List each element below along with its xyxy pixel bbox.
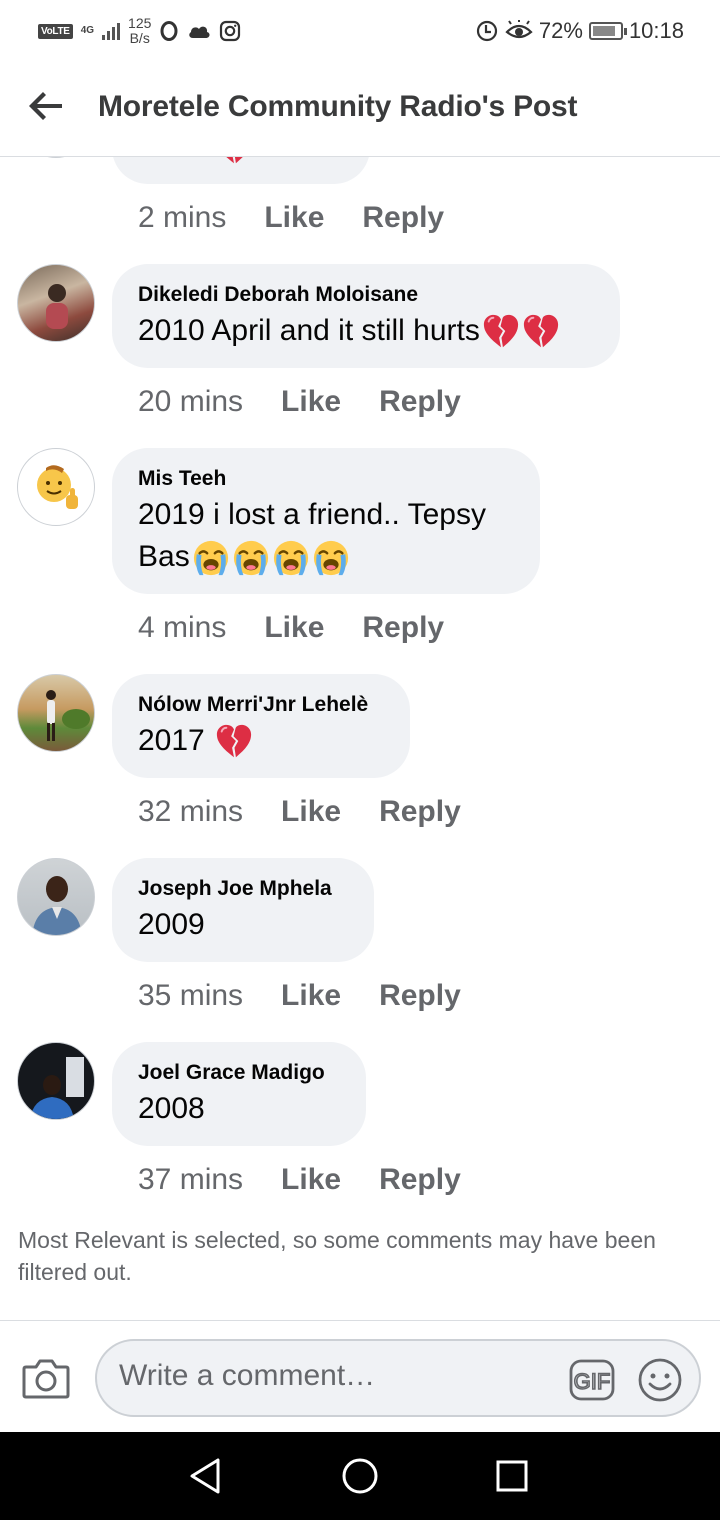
filter-notice: Most Relevant is selected, so some comme… xyxy=(18,1227,656,1285)
system-nav-bar xyxy=(0,1432,720,1520)
reply-button[interactable]: Reply xyxy=(379,795,461,829)
smiley-icon xyxy=(638,1358,682,1402)
comment-author[interactable]: Joseph Joe Mphela xyxy=(138,876,348,902)
crying-face-emoji xyxy=(232,539,270,577)
crying-face-emoji xyxy=(312,539,350,577)
comment-text: 2010 April and it still hurts xyxy=(138,314,480,347)
comment-bubble[interactable]: Joel Grace Madigo 2008 xyxy=(112,1042,366,1146)
comment-placeholder: Write a comment… xyxy=(119,1359,376,1392)
avatar[interactable] xyxy=(17,264,95,342)
crying-face-emoji xyxy=(192,539,230,577)
comment-text-row: Bas xyxy=(138,536,514,578)
comment-actions: 35 mins Like Reply xyxy=(138,976,461,1016)
comment-actions: 2 mins Like Reply xyxy=(138,198,444,238)
comment-author[interactable]: Mis Teeh xyxy=(138,466,514,492)
like-button[interactable]: Like xyxy=(281,979,341,1013)
page-title: Moretele Community Radio's Post xyxy=(98,90,578,123)
comment-time[interactable]: 32 mins xyxy=(138,795,243,829)
comment-author[interactable]: Joel Grace Madigo xyxy=(138,1060,340,1086)
nav-recents-button[interactable] xyxy=(494,1458,530,1494)
like-button[interactable]: Like xyxy=(281,1163,341,1197)
back-button[interactable] xyxy=(24,82,72,130)
comment-bubble[interactable]: Dikeledi Deborah Moloisane 2010 April an… xyxy=(112,264,620,368)
comment-text-row: 2010 April and it still hurts xyxy=(138,310,594,352)
reply-button[interactable]: Reply xyxy=(362,201,444,235)
comment-time[interactable]: 4 mins xyxy=(138,611,226,645)
comment-time[interactable]: 2 mins xyxy=(138,201,226,235)
comment-bubble[interactable]: Mis Teeh 2019 i lost a friend.. Tepsy Ba… xyxy=(112,448,540,594)
comment-author[interactable]: Nólow Merri'Jnr Lehelè xyxy=(138,692,384,718)
avatar[interactable] xyxy=(17,1042,95,1120)
comment-input[interactable]: Write a comment… GIF xyxy=(95,1339,701,1417)
reply-button[interactable]: Reply xyxy=(379,1163,461,1197)
crying-face-emoji xyxy=(272,539,310,577)
comment-bubble[interactable]: Joseph Joe Mphela 2009 xyxy=(112,858,374,962)
gif-label: GIF xyxy=(574,1369,611,1394)
avatar[interactable] xyxy=(17,674,95,752)
avatar[interactable] xyxy=(17,448,95,526)
camera-button[interactable] xyxy=(22,1357,70,1399)
nav-home-button[interactable] xyxy=(340,1456,380,1496)
app-header: Moretele Community Radio's Post xyxy=(0,60,720,157)
comment-time[interactable]: 35 mins xyxy=(138,979,243,1013)
comment-text-row: 2017 xyxy=(138,720,384,762)
broken-heart-emoji xyxy=(522,313,560,351)
comments-list[interactable]: 2020 2 mins Like Reply Dikeledi Deborah … xyxy=(0,0,720,1320)
comment-actions: 32 mins Like Reply xyxy=(138,792,461,832)
comment-time[interactable]: 37 mins xyxy=(138,1163,243,1197)
arrow-left-icon xyxy=(29,92,62,120)
comment-text: Bas xyxy=(138,540,190,573)
broken-heart-emoji xyxy=(482,313,520,351)
nav-back-button[interactable] xyxy=(186,1456,226,1496)
comment-bubble[interactable]: Nólow Merri'Jnr Lehelè 2017 xyxy=(112,674,410,778)
reply-button[interactable]: Reply xyxy=(379,979,461,1013)
like-button[interactable]: Like xyxy=(281,385,341,419)
comment-text: 2017 xyxy=(138,724,205,757)
camera-icon xyxy=(22,1359,70,1399)
comment-actions: 4 mins Like Reply xyxy=(138,608,444,648)
reply-button[interactable]: Reply xyxy=(362,611,444,645)
comment-actions: 37 mins Like Reply xyxy=(138,1160,461,1200)
broken-heart-emoji xyxy=(215,723,253,761)
gif-button[interactable]: GIF xyxy=(569,1359,615,1401)
comment-time[interactable]: 20 mins xyxy=(138,385,243,419)
emoji-button[interactable] xyxy=(637,1357,683,1403)
like-button[interactable]: Like xyxy=(281,795,341,829)
comment-text-line: 2019 i lost a friend.. Tepsy xyxy=(138,498,486,531)
comment-text: 2008 xyxy=(138,1092,205,1125)
reply-button[interactable]: Reply xyxy=(379,385,461,419)
like-button[interactable]: Like xyxy=(264,611,324,645)
comment-composer: Write a comment… GIF xyxy=(0,1320,720,1433)
like-button[interactable]: Like xyxy=(264,201,324,235)
comment-text: 2009 xyxy=(138,908,205,941)
avatar[interactable] xyxy=(17,858,95,936)
comment-author[interactable]: Dikeledi Deborah Moloisane xyxy=(138,282,594,308)
comment-actions: 20 mins Like Reply xyxy=(138,382,461,422)
